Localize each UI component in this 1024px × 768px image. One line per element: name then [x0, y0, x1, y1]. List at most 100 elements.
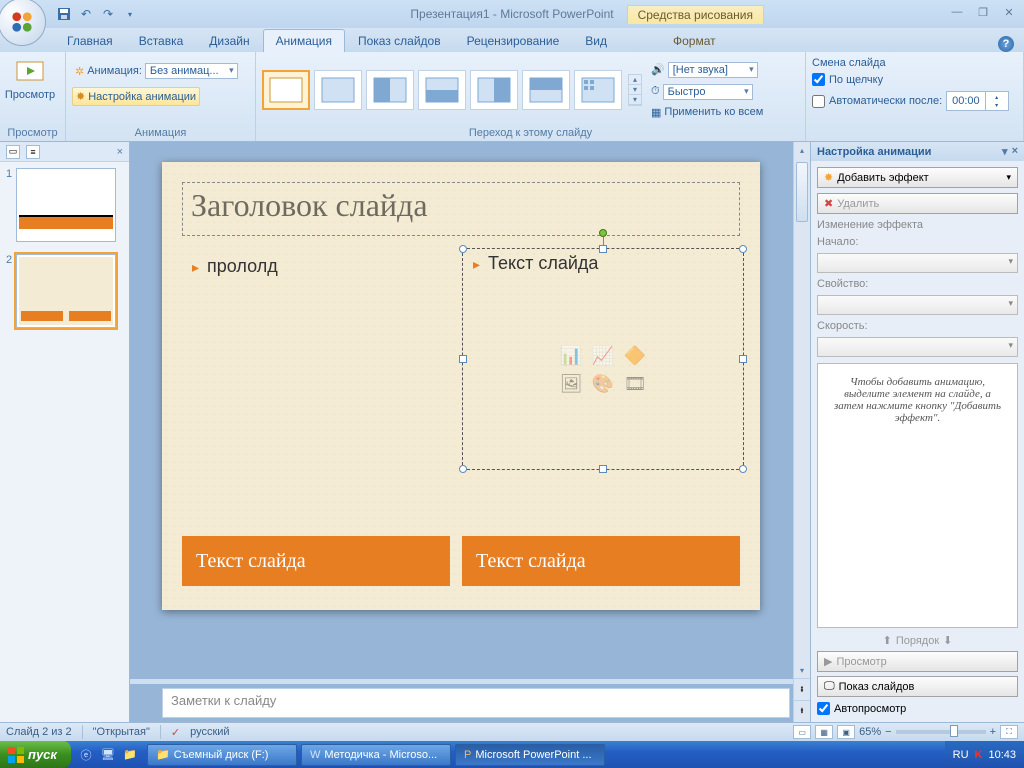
autopreview-checkbox[interactable]: Автопросмотр	[817, 701, 1018, 716]
close-button[interactable]: ✕	[1000, 4, 1018, 20]
save-icon[interactable]	[56, 6, 72, 22]
remove-effect-button[interactable]: ✖Удалить	[817, 193, 1018, 214]
transition-sound-dropdown[interactable]: [Нет звука]	[668, 62, 758, 78]
resize-handle[interactable]	[459, 355, 467, 363]
notes-pane[interactable]: Заметки к слайду	[162, 688, 790, 718]
scroll-thumb[interactable]	[796, 162, 808, 222]
insert-chart-icon[interactable]: 📈	[589, 343, 617, 367]
order-up-icon[interactable]: ⬆	[883, 634, 892, 647]
tray-lang[interactable]: RU	[953, 749, 969, 761]
tab-home[interactable]: Главная	[54, 29, 126, 52]
resize-handle[interactable]	[599, 465, 607, 473]
insert-picture-icon[interactable]: 🖼	[557, 371, 585, 395]
property-dropdown[interactable]	[817, 295, 1018, 315]
title-placeholder[interactable]: Заголовок слайда	[182, 182, 740, 236]
resize-handle[interactable]	[599, 245, 607, 253]
slideshow-view-button[interactable]: ▣	[837, 725, 855, 739]
remove-label: Удалить	[837, 198, 879, 210]
ql-explorer-icon[interactable]: 📁	[121, 746, 139, 764]
zoom-percent[interactable]: 65%	[859, 726, 881, 738]
slide-canvas[interactable]: Заголовок слайда прололд Текст слайда 📊 …	[162, 162, 760, 610]
fit-window-button[interactable]: ⛶	[1000, 725, 1018, 739]
slide-thumb-1[interactable]	[16, 168, 116, 242]
thumbs-close-icon[interactable]: ×	[117, 146, 123, 158]
help-icon[interactable]: ?	[998, 36, 1014, 52]
insert-smartart-icon[interactable]: 🔶	[621, 343, 649, 367]
tab-view[interactable]: Вид	[572, 29, 620, 52]
order-down-icon[interactable]: ⬇	[943, 634, 952, 647]
text-box-2[interactable]: Текст слайда	[462, 536, 740, 586]
resize-handle[interactable]	[739, 355, 747, 363]
tp-slideshow-button[interactable]: 🖵Показ слайдов	[817, 676, 1018, 697]
transition-speed-dropdown[interactable]: Быстро	[663, 84, 753, 100]
speed-dropdown[interactable]	[817, 337, 1018, 357]
tp-preview-button[interactable]: ▶Просмотр	[817, 651, 1018, 672]
zoom-in-button[interactable]: +	[990, 726, 996, 738]
tray-clock[interactable]: 10:43	[988, 749, 1016, 761]
minimize-button[interactable]: —	[948, 4, 966, 20]
taskbar-item-2[interactable]: WМетодичка - Microso...	[301, 744, 451, 766]
start-dropdown[interactable]	[817, 253, 1018, 273]
vertical-scrollbar[interactable]: ▴ ▾ ⭻⭽	[793, 142, 810, 722]
language-status[interactable]: русский	[190, 726, 229, 738]
normal-view-button[interactable]: ▭	[793, 725, 811, 739]
gallery-up[interactable]: ▴	[629, 75, 641, 85]
taskpane-close-icon[interactable]: ×	[1012, 145, 1018, 158]
maximize-button[interactable]: ❐	[974, 4, 992, 20]
redo-icon[interactable]: ↷	[100, 6, 116, 22]
tab-review[interactable]: Рецензирование	[454, 29, 573, 52]
tray-kaspersky-icon[interactable]: K	[975, 749, 983, 761]
scroll-up[interactable]: ▴	[794, 142, 810, 158]
resize-handle[interactable]	[739, 245, 747, 253]
content-placeholder-left[interactable]: прололд	[182, 252, 454, 452]
slide-thumb-2[interactable]	[16, 254, 116, 328]
undo-icon[interactable]: ↶	[78, 6, 94, 22]
insert-media-icon[interactable]: 🎞	[621, 371, 649, 395]
resize-handle[interactable]	[459, 465, 467, 473]
custom-anim-label: Настройка анимации	[88, 91, 196, 103]
tab-format[interactable]: Формат	[660, 29, 729, 52]
sorter-view-button[interactable]: ▦	[815, 725, 833, 739]
tab-animations[interactable]: Анимация	[263, 29, 345, 52]
content-placeholder-right[interactable]: Текст слайда 📊 📈 🔶 🖼 🎨 🎞	[462, 248, 744, 470]
auto-after-spinner[interactable]: 00:00▴▾	[946, 91, 1009, 111]
scroll-down[interactable]: ▾	[794, 662, 810, 678]
on-click-checkbox[interactable]: По щелчку	[812, 72, 883, 87]
auto-after-checkbox[interactable]: Автоматически после: 00:00▴▾	[812, 90, 1009, 112]
taskbar-item-3[interactable]: PMicrosoft PowerPoint ...	[455, 744, 605, 766]
qat-more-icon[interactable]: ▾	[122, 6, 138, 22]
right-bullet-text: Текст слайда	[473, 253, 733, 274]
gallery-more[interactable]: ▾	[629, 95, 641, 105]
zoom-slider[interactable]	[896, 730, 986, 734]
spellcheck-icon[interactable]: ✓	[171, 726, 180, 739]
transition-gallery[interactable]	[262, 70, 622, 110]
insert-table-icon[interactable]: 📊	[557, 343, 585, 367]
ql-ie-icon[interactable]: ⓔ	[77, 746, 95, 764]
outline-tab-icon[interactable]: ≡	[26, 145, 40, 159]
add-effect-button[interactable]: ✸Добавить эффект▾	[817, 167, 1018, 188]
next-slide-nav[interactable]: ⭽	[794, 700, 810, 722]
tab-design[interactable]: Дизайн	[196, 29, 262, 52]
gallery-down[interactable]: ▾	[629, 85, 641, 95]
rotate-handle[interactable]	[599, 229, 607, 237]
resize-handle[interactable]	[739, 465, 747, 473]
custom-animation-button[interactable]: ✸Настройка анимации	[72, 87, 200, 106]
resize-handle[interactable]	[459, 245, 467, 253]
start-button[interactable]: пуск	[0, 741, 71, 768]
insert-clipart-icon[interactable]: 🎨	[589, 371, 617, 395]
taskbar-item-1[interactable]: 📁Съемный диск (F:)	[147, 744, 297, 766]
text-box-1[interactable]: Текст слайда	[182, 536, 450, 586]
animation-dropdown-row[interactable]: ✲Анимация:Без анимац...	[72, 61, 241, 81]
slides-tab-icon[interactable]: ▭	[6, 145, 20, 159]
taskpane-menu-icon[interactable]: ▾	[1002, 145, 1008, 158]
prev-slide-nav[interactable]: ⭻	[794, 678, 810, 700]
apply-to-all-button[interactable]: ▦Применить ко всем	[648, 104, 766, 121]
preview-button[interactable]: Просмотр	[6, 55, 54, 103]
tab-slideshow[interactable]: Показ слайдов	[345, 29, 454, 52]
left-bullet-text: прололд	[192, 256, 444, 277]
zoom-out-button[interactable]: −	[885, 726, 891, 738]
ql-desktop-icon[interactable]: 🖥	[99, 746, 117, 764]
animation-dropdown[interactable]: Без анимац...	[145, 63, 238, 79]
tab-insert[interactable]: Вставка	[126, 29, 197, 52]
notes-splitter[interactable]	[130, 679, 793, 684]
